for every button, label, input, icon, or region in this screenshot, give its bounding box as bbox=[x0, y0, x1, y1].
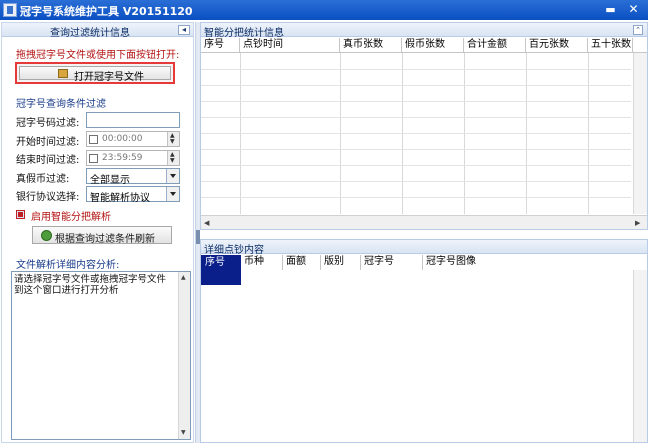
end-time-picker[interactable]: 23:59:59 ▲ ▼ bbox=[86, 150, 180, 166]
title-bar: 冠字号系统维护工具 V20151120 ▬ ✕ bbox=[0, 0, 648, 20]
detail-selected-cell[interactable]: 序号 bbox=[201, 255, 241, 285]
grid-line bbox=[201, 101, 631, 102]
detail-panel-title: 详细点钞内容 bbox=[204, 245, 264, 256]
summary-panel-header: 智能分把统计信息 ⌃ bbox=[201, 23, 647, 39]
filter-section-title: 冠字号查询条件过滤 bbox=[16, 99, 106, 110]
bank-protocol-label: 银行协议选择: bbox=[16, 192, 80, 203]
fake-filter-value: 全部显示 bbox=[90, 175, 130, 186]
refresh-button-label: 根据查询过滤条件刷新 bbox=[55, 234, 155, 245]
grid-line bbox=[201, 181, 631, 182]
fake-filter-label: 真假币过滤: bbox=[16, 174, 70, 185]
close-button[interactable]: ✕ bbox=[626, 3, 641, 17]
grid-line bbox=[201, 149, 631, 150]
column-header[interactable]: 假币张数 bbox=[402, 38, 464, 53]
start-time-picker[interactable]: 00:00:00 ▲ ▼ bbox=[86, 131, 180, 147]
start-time-spinner[interactable]: ▲ ▼ bbox=[167, 132, 179, 146]
refresh-button[interactable]: 根据查询过滤条件刷新 bbox=[32, 226, 172, 245]
summary-panel: 智能分把统计信息 ⌃ 序号 点钞时间 真币张数 假币张数 合计金额 百元张数 五… bbox=[200, 22, 648, 230]
column-header[interactable]: 序号 bbox=[201, 38, 240, 53]
smart-parse-label[interactable]: 启用智能分把解析 bbox=[31, 208, 111, 223]
left-panel-header: 查询过滤统计信息 ◂ bbox=[2, 23, 193, 39]
start-time-value: 00:00:00 bbox=[102, 134, 143, 144]
open-button-highlight: 打开冠字号文件 bbox=[15, 62, 175, 84]
window-title: 冠字号系统维护工具 V20151120 bbox=[20, 5, 193, 18]
end-time-label: 结束时间过滤: bbox=[16, 155, 80, 166]
code-filter-input[interactable] bbox=[86, 112, 180, 128]
minimize-button[interactable]: ▬ bbox=[603, 3, 618, 17]
smart-parse-checkbox[interactable] bbox=[16, 210, 25, 219]
chevron-down-icon[interactable] bbox=[166, 169, 179, 183]
analysis-scrollbar[interactable]: ▲ ▼ bbox=[178, 272, 190, 439]
grid-line bbox=[201, 117, 631, 118]
summary-panel-title: 智能分把统计信息 bbox=[204, 28, 284, 39]
start-time-label: 开始时间过滤: bbox=[16, 137, 80, 148]
summary-horizontal-scrollbar[interactable]: ◀ ▶ bbox=[201, 215, 647, 229]
end-time-checkbox[interactable] bbox=[89, 154, 98, 163]
grid-line bbox=[201, 85, 631, 86]
summary-vertical-scrollbar[interactable] bbox=[633, 53, 647, 214]
analysis-text: 请选择冠字号文件或拖拽冠字号文件到这个窗口进行打开分析 bbox=[14, 274, 167, 296]
grid-line bbox=[201, 197, 631, 198]
open-file-button[interactable]: 打开冠字号文件 bbox=[19, 66, 171, 83]
end-time-spinner[interactable]: ▲ ▼ bbox=[167, 151, 179, 165]
column-header[interactable]: 五十张数 bbox=[588, 38, 633, 53]
detail-panel: 详细点钞内容 序号 币种 面额 版别 冠字号 冠字号图像 bbox=[200, 239, 648, 443]
column-header[interactable]: 冠字号 bbox=[361, 255, 423, 270]
end-time-value: 23:59:59 bbox=[102, 153, 143, 163]
grid-line bbox=[201, 133, 631, 134]
query-filter-panel: 查询过滤统计信息 ◂ 拖拽冠字号文件或使用下面按钮打开: 打开冠字号文件 冠字号… bbox=[1, 22, 194, 443]
column-header[interactable]: 币种 bbox=[241, 255, 283, 270]
start-time-checkbox[interactable] bbox=[89, 135, 98, 144]
chevron-down-icon[interactable] bbox=[166, 187, 179, 201]
pin-panel-button[interactable]: ◂ bbox=[178, 25, 190, 35]
column-header[interactable]: 合计金额 bbox=[464, 38, 526, 53]
open-file-button-label: 打开冠字号文件 bbox=[74, 72, 144, 83]
column-header[interactable]: 序号 bbox=[205, 256, 225, 270]
open-file-prompt: 拖拽冠字号文件或使用下面按钮打开: bbox=[16, 50, 180, 61]
column-header[interactable]: 面额 bbox=[283, 255, 321, 270]
column-header[interactable]: 版别 bbox=[321, 255, 361, 270]
column-header[interactable]: 百元张数 bbox=[526, 38, 588, 53]
refresh-icon bbox=[41, 230, 52, 241]
grid-line bbox=[201, 69, 631, 70]
fake-filter-select[interactable]: 全部显示 bbox=[86, 168, 180, 186]
summary-grid-header: 序号 点钞时间 真币张数 假币张数 合计金额 百元张数 五十张数 bbox=[201, 38, 647, 53]
column-header[interactable]: 冠字号图像 bbox=[423, 255, 503, 270]
left-panel-title: 查询过滤统计信息 bbox=[50, 28, 130, 39]
bank-protocol-select[interactable]: 智能解析协议 bbox=[86, 186, 180, 204]
code-filter-label: 冠字号码过滤: bbox=[16, 118, 80, 129]
collapse-button[interactable]: ⌃ bbox=[633, 25, 643, 35]
grid-line bbox=[201, 165, 631, 166]
analysis-textarea[interactable]: 请选择冠字号文件或拖拽冠字号文件到这个窗口进行打开分析 ▲ ▼ bbox=[11, 271, 191, 440]
folder-icon bbox=[58, 69, 68, 78]
detail-vertical-scrollbar[interactable] bbox=[633, 270, 647, 442]
column-header[interactable]: 真币张数 bbox=[340, 38, 402, 53]
detail-panel-header: 详细点钞内容 bbox=[201, 240, 647, 256]
bank-protocol-value: 智能解析协议 bbox=[90, 193, 150, 204]
app-icon bbox=[3, 3, 17, 17]
analysis-section-title: 文件解析详细内容分析: bbox=[16, 260, 120, 271]
column-header[interactable]: 点钞时间 bbox=[240, 38, 340, 53]
